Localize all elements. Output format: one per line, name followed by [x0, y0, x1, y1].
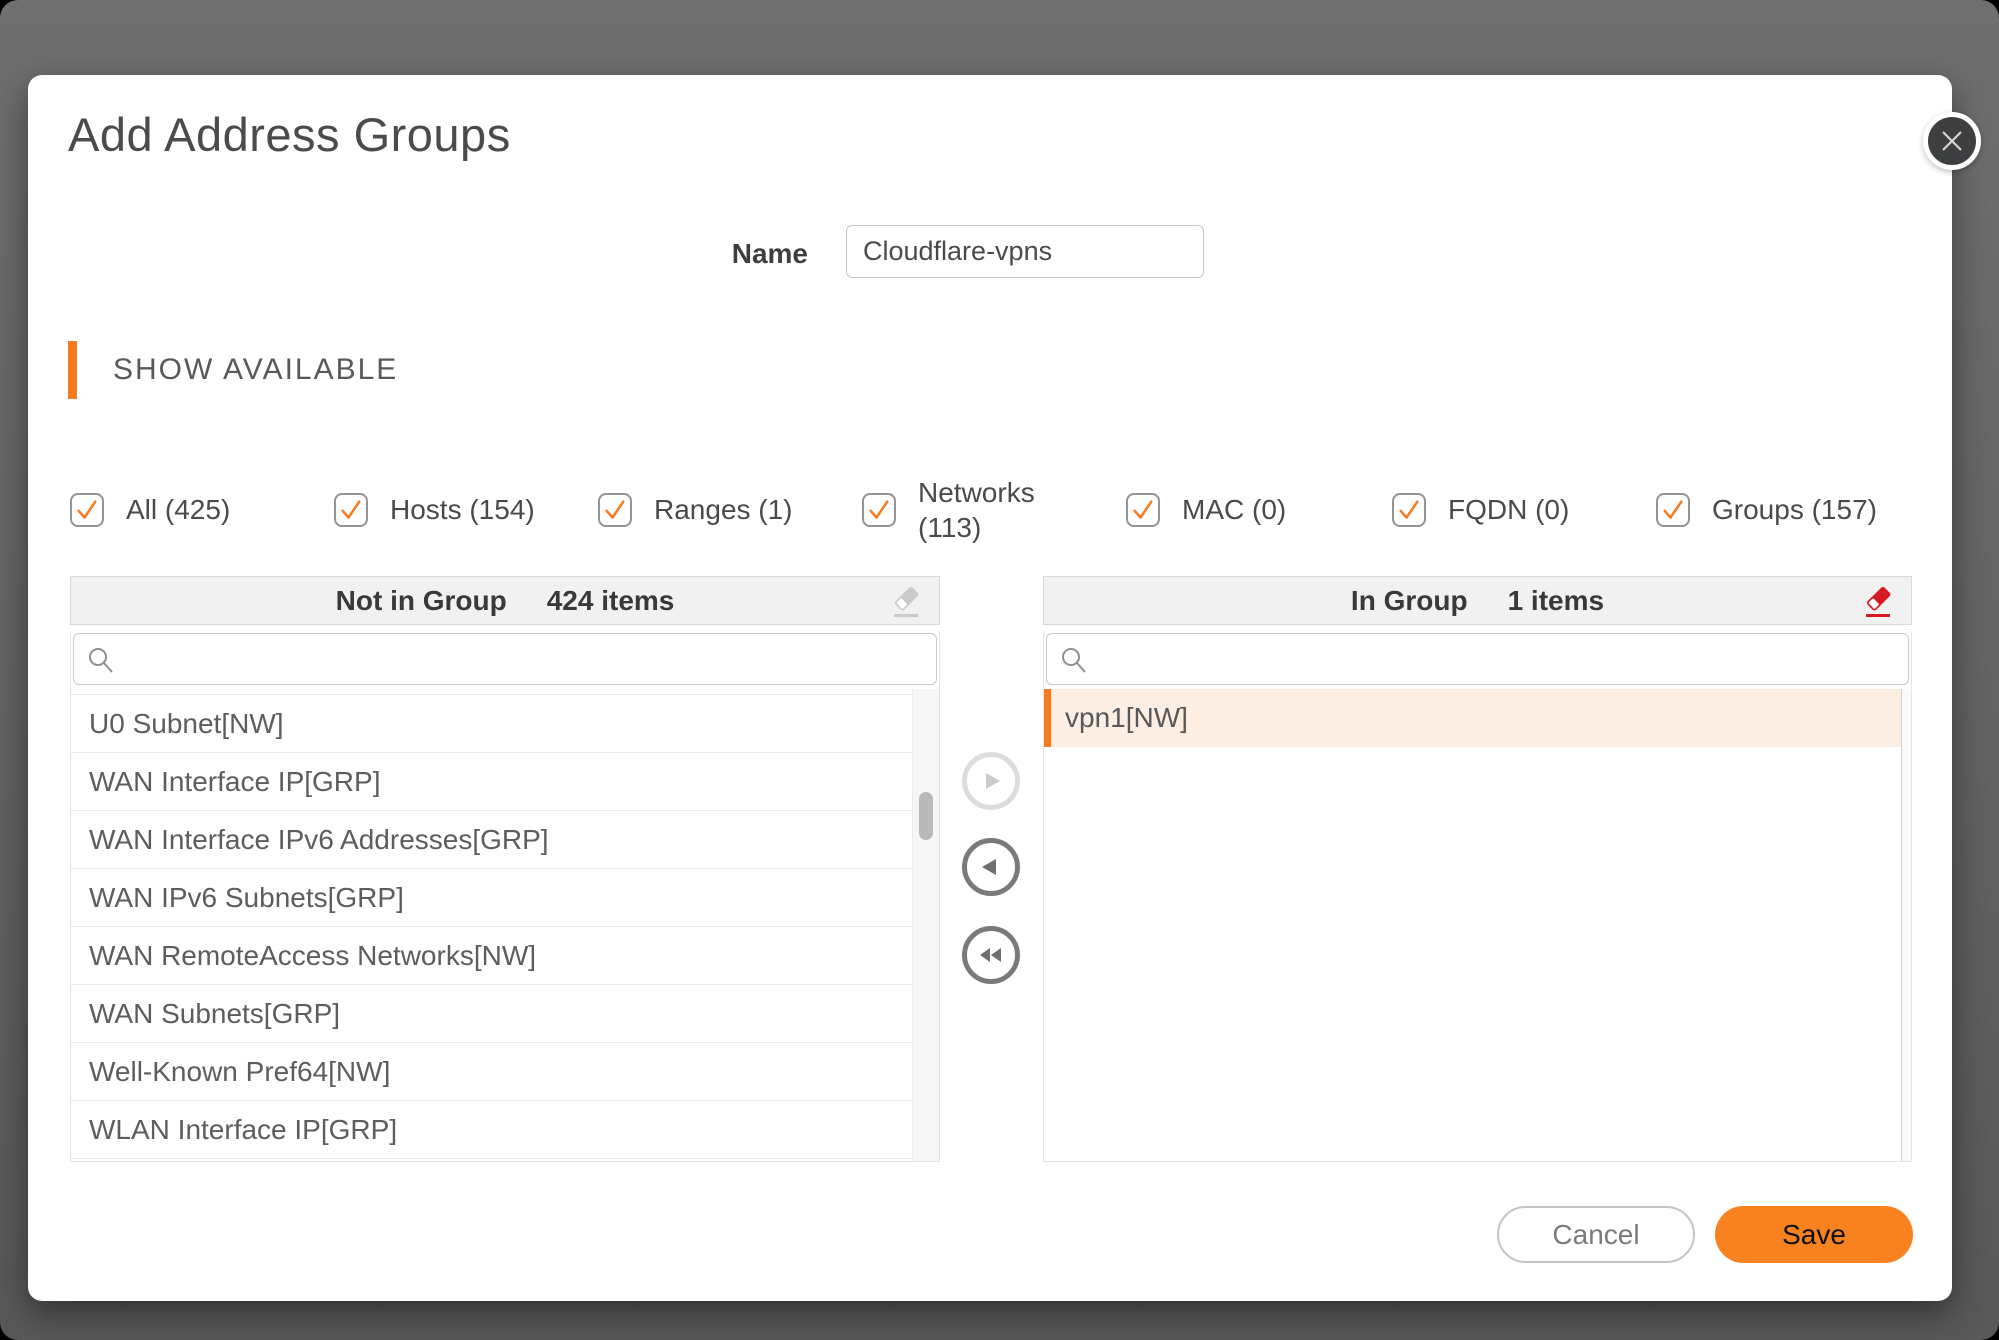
- panel-count: 424 items: [546, 584, 675, 616]
- not-in-group-body: U0 Subnet[NW] WAN Interface IP[GRP] WAN …: [70, 631, 940, 1162]
- double-arrow-left-icon: [980, 948, 1001, 962]
- arrow-left-icon: [982, 859, 996, 875]
- list-item[interactable]: WLAN Interface IP[GRP]: [71, 1101, 939, 1159]
- filter-label: Hosts (154): [390, 494, 535, 525]
- check-icon: [869, 500, 889, 519]
- move-right-button[interactable]: [962, 752, 1020, 810]
- not-in-group-panel: Not in Group 424 items U0 Subnet[NW] WAN…: [70, 576, 940, 1162]
- in-group-header: In Group 1 items: [1043, 576, 1912, 625]
- list-item[interactable]: WAN IPv6 Subnets[GRP]: [71, 869, 939, 927]
- show-available-section: SHOW AVAILABLE: [68, 341, 398, 399]
- eraser-icon: [894, 587, 919, 617]
- not-in-group-list: U0 Subnet[NW] WAN Interface IP[GRP] WAN …: [71, 689, 939, 1161]
- in-group-list: vpn1[NW]: [1044, 689, 1911, 1161]
- check-icon: [1133, 500, 1153, 519]
- clear-group-button[interactable]: [1861, 585, 1895, 621]
- panel-title: In Group: [1350, 584, 1468, 616]
- right-search-box: [1046, 633, 1909, 685]
- move-all-left-button[interactable]: [962, 926, 1020, 984]
- list-item[interactable]: WAN Interface IPv6 Addresses[GRP]: [71, 811, 939, 869]
- list-item[interactable]: WAN RemoteAccess Networks[NW]: [71, 927, 939, 985]
- search-icon: [89, 648, 113, 673]
- filter-label: Ranges (1): [654, 494, 793, 525]
- panel-count: 1 items: [1507, 584, 1605, 616]
- left-search-input[interactable]: [126, 636, 928, 682]
- checkbox-networks[interactable]: [862, 493, 896, 527]
- filter-label: FQDN (0): [1448, 494, 1570, 525]
- right-search-input[interactable]: [1099, 636, 1900, 682]
- filter-fqdn: FQDN (0): [1392, 493, 1569, 527]
- in-group-body: vpn1[NW]: [1043, 631, 1912, 1162]
- list-item[interactable]: WAN Subnets[GRP]: [71, 985, 939, 1043]
- checkbox-groups[interactable]: [1656, 493, 1690, 527]
- filter-networks: Networks (113): [862, 475, 1046, 545]
- filter-mac: MAC (0): [1126, 493, 1286, 527]
- checkbox-fqdn[interactable]: [1392, 493, 1426, 527]
- list-item[interactable]: U0 Subnet[NW]: [71, 695, 939, 753]
- filter-label: Groups (157): [1712, 494, 1877, 525]
- filter-label: Networks (113): [918, 477, 1035, 543]
- left-scrollbar-track[interactable]: [912, 689, 939, 1161]
- eraser-icon-red: [1866, 587, 1891, 617]
- check-icon: [341, 500, 361, 519]
- name-label: Name: [731, 238, 808, 269]
- not-in-group-header: Not in Group 424 items: [70, 576, 940, 625]
- filter-groups: Groups (157): [1656, 493, 1877, 527]
- filter-ranges: Ranges (1): [598, 493, 793, 527]
- cancel-button[interactable]: Cancel: [1497, 1206, 1695, 1263]
- check-icon: [1663, 500, 1683, 519]
- section-title: SHOW AVAILABLE: [113, 353, 399, 386]
- close-button[interactable]: [1923, 112, 1981, 170]
- check-icon: [605, 500, 625, 519]
- left-search-box: [73, 633, 937, 685]
- filter-label: MAC (0): [1182, 494, 1287, 525]
- arrow-right-icon: [986, 773, 1000, 789]
- list-item[interactable]: Well-Known Pref64[NW]: [71, 1043, 939, 1101]
- list-item[interactable]: WAN Interface IP[GRP]: [71, 753, 939, 811]
- filter-label: All (425): [126, 494, 231, 525]
- add-address-groups-dialog: Add Address Groups Name SHOW AVAILABLE A…: [28, 75, 1981, 1301]
- name-input[interactable]: [846, 225, 1204, 278]
- panel-title: Not in Group: [335, 584, 507, 616]
- selected-list-item[interactable]: vpn1[NW]: [1044, 689, 1901, 747]
- section-accent-bar: [68, 341, 77, 399]
- check-icon: [1399, 500, 1419, 519]
- checkbox-hosts[interactable]: [334, 493, 368, 527]
- close-icon: [1942, 131, 1962, 151]
- dialog-title: Add Address Groups: [68, 108, 511, 161]
- checkbox-all[interactable]: [70, 493, 104, 527]
- left-scrollbar-thumb[interactable]: [919, 792, 933, 840]
- checkbox-mac[interactable]: [1126, 493, 1160, 527]
- move-left-button[interactable]: [962, 838, 1020, 896]
- save-button[interactable]: Save: [1715, 1206, 1913, 1263]
- filter-all: All (425): [70, 493, 230, 527]
- checkbox-ranges[interactable]: [598, 493, 632, 527]
- screen: Add Address Groups Name SHOW AVAILABLE A…: [0, 0, 1999, 1340]
- filter-hosts: Hosts (154): [334, 493, 535, 527]
- search-icon: [1062, 648, 1086, 673]
- clear-filter-button[interactable]: [889, 585, 923, 621]
- right-scrollbar-track[interactable]: [1901, 689, 1911, 1161]
- check-icon: [77, 500, 97, 519]
- in-group-panel: In Group 1 items vpn1[NW]: [1043, 576, 1912, 1162]
